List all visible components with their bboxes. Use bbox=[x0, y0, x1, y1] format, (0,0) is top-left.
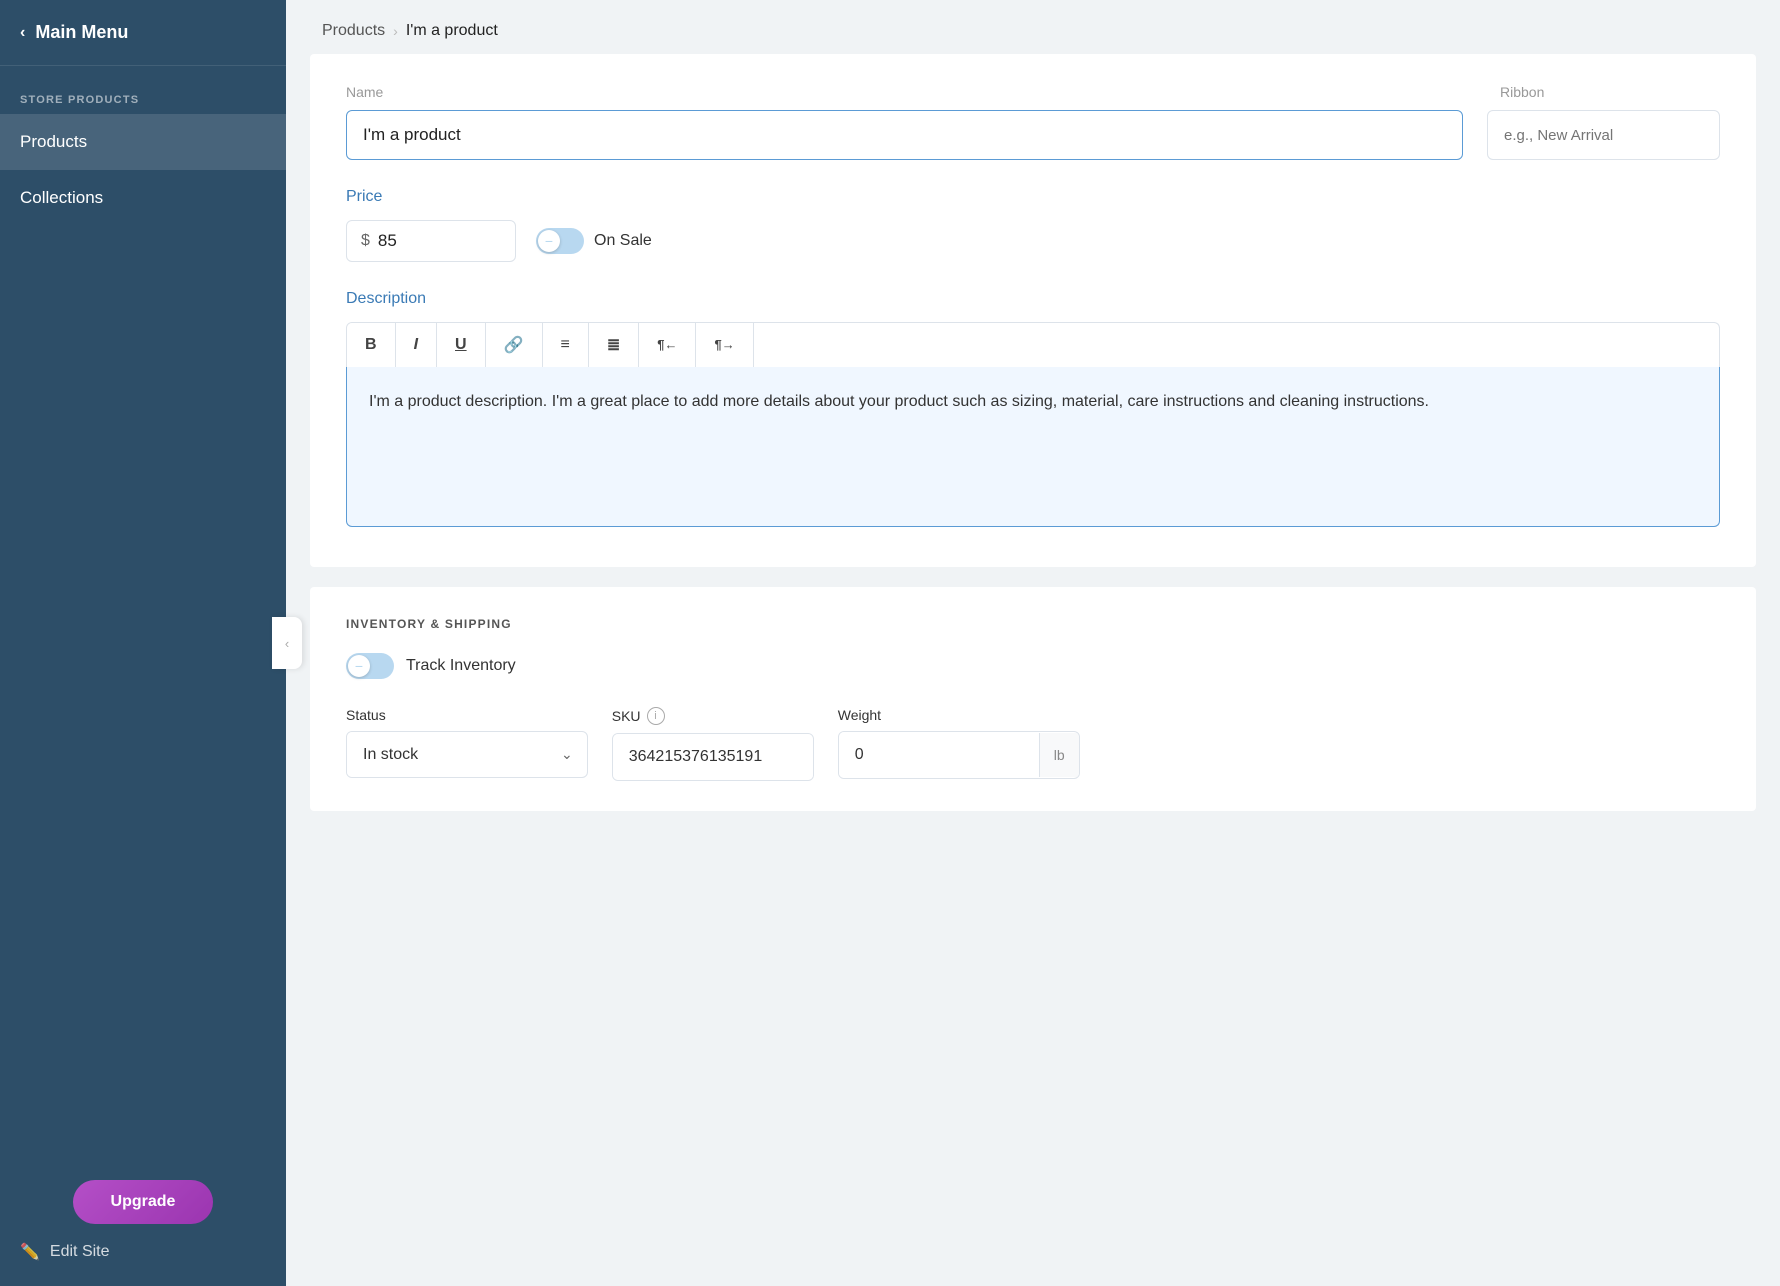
inventory-section-title: INVENTORY & SHIPPING bbox=[346, 617, 1720, 631]
edit-site-row[interactable]: ✏️ Edit Site bbox=[20, 1242, 266, 1262]
price-input-wrap: $ bbox=[346, 220, 516, 262]
ribbon-label-col: Ribbon bbox=[1500, 84, 1720, 102]
sidebar-collapse-button[interactable]: ‹ bbox=[272, 617, 302, 669]
weight-field: Weight lb bbox=[838, 707, 1080, 781]
weight-input-wrap: lb bbox=[838, 731, 1080, 779]
breadcrumb: Products › I'm a product bbox=[286, 0, 1780, 54]
form-row-inputs bbox=[346, 110, 1720, 160]
status-select-wrap: In stock Out of stock Pre-order ⌄ bbox=[346, 731, 588, 778]
toolbar-spacer bbox=[754, 323, 1719, 367]
description-label: Description bbox=[346, 290, 1720, 308]
sidebar-section-label: STORE PRODUCTS bbox=[0, 66, 286, 114]
weight-input[interactable] bbox=[839, 732, 1039, 778]
link-icon: 🔗 bbox=[504, 337, 524, 354]
collapse-icon: ‹ bbox=[285, 636, 289, 651]
ribbon-input[interactable] bbox=[1487, 110, 1720, 160]
underline-icon: U bbox=[455, 336, 467, 353]
chevron-left-icon: ‹ bbox=[20, 24, 25, 42]
status-select[interactable]: In stock Out of stock Pre-order bbox=[347, 732, 547, 777]
upgrade-button[interactable]: Upgrade bbox=[73, 1180, 213, 1224]
toolbar-indent-right-button[interactable]: ¶→ bbox=[696, 323, 753, 367]
ordered-list-icon: ≣ bbox=[607, 337, 620, 354]
sku-info-icon[interactable]: i bbox=[647, 707, 665, 725]
indent-left-icon: ¶← bbox=[657, 337, 677, 352]
sku-field: SKU i bbox=[612, 707, 814, 781]
sidebar: ‹ Main Menu STORE PRODUCTS Products Coll… bbox=[0, 0, 286, 1286]
name-field-label: Name bbox=[346, 84, 383, 100]
sidebar-bottom: Upgrade ✏️ Edit Site bbox=[0, 1156, 286, 1286]
sidebar-item-collections-label: Collections bbox=[20, 188, 103, 207]
on-sale-toggle-wrap: On Sale bbox=[536, 228, 652, 254]
form-row-labels: Name Ribbon bbox=[346, 84, 1720, 102]
description-section: Description B I U 🔗 ≡ ≣ ¶← ¶→ I'm a prod… bbox=[346, 290, 1720, 527]
indent-right-icon: ¶→ bbox=[714, 337, 734, 352]
track-inventory-label: Track Inventory bbox=[406, 657, 516, 675]
main-content: Products › I'm a product Name Ribbon Pri… bbox=[286, 0, 1780, 1286]
italic-icon: I bbox=[414, 336, 418, 353]
breadcrumb-parent[interactable]: Products bbox=[322, 22, 385, 40]
price-row: $ On Sale bbox=[346, 220, 1720, 262]
toolbar-italic-button[interactable]: I bbox=[396, 323, 437, 367]
inventory-card: INVENTORY & SHIPPING Track Inventory Sta… bbox=[310, 587, 1756, 811]
product-card: Name Ribbon Price $ On Sale bbox=[310, 54, 1756, 567]
toolbar-unordered-list-button[interactable]: ≡ bbox=[543, 323, 589, 367]
sidebar-item-collections[interactable]: Collections bbox=[0, 170, 286, 226]
track-inventory-row: Track Inventory bbox=[346, 653, 1720, 679]
rich-text-toolbar: B I U 🔗 ≡ ≣ ¶← ¶→ bbox=[346, 322, 1720, 367]
toolbar-bold-button[interactable]: B bbox=[347, 323, 396, 367]
sku-label: SKU i bbox=[612, 707, 814, 725]
on-sale-toggle[interactable] bbox=[536, 228, 584, 254]
track-inventory-toggle-knob bbox=[348, 655, 370, 677]
status-label: Status bbox=[346, 707, 588, 723]
name-input[interactable] bbox=[346, 110, 1463, 160]
sidebar-item-products[interactable]: Products bbox=[0, 114, 286, 170]
track-inventory-toggle[interactable] bbox=[346, 653, 394, 679]
main-menu-item[interactable]: ‹ Main Menu bbox=[0, 0, 286, 66]
toolbar-ordered-list-button[interactable]: ≣ bbox=[589, 323, 639, 367]
price-label: Price bbox=[346, 188, 1720, 206]
toolbar-underline-button[interactable]: U bbox=[437, 323, 486, 367]
sidebar-item-products-label: Products bbox=[20, 132, 87, 151]
on-sale-label: On Sale bbox=[594, 232, 652, 250]
toolbar-link-button[interactable]: 🔗 bbox=[486, 323, 543, 367]
weight-label: Weight bbox=[838, 707, 1080, 723]
chevron-down-icon: ⌄ bbox=[547, 746, 587, 763]
status-field: Status In stock Out of stock Pre-order ⌄ bbox=[346, 707, 588, 781]
pencil-icon: ✏️ bbox=[20, 1242, 40, 1262]
toolbar-indent-left-button[interactable]: ¶← bbox=[639, 323, 696, 367]
currency-symbol: $ bbox=[361, 232, 370, 250]
edit-site-label: Edit Site bbox=[50, 1243, 110, 1261]
sku-input-wrap bbox=[612, 733, 814, 781]
price-input[interactable] bbox=[378, 231, 478, 251]
sku-input[interactable] bbox=[613, 734, 813, 780]
toggle-knob bbox=[538, 230, 560, 252]
name-label-col: Name bbox=[346, 84, 1476, 102]
ribbon-field-label: Ribbon bbox=[1500, 84, 1544, 100]
breadcrumb-current: I'm a product bbox=[406, 22, 498, 40]
bold-icon: B bbox=[365, 336, 377, 353]
breadcrumb-separator: › bbox=[393, 23, 398, 39]
unordered-list-icon: ≡ bbox=[561, 336, 570, 353]
main-menu-label: Main Menu bbox=[35, 22, 128, 43]
inventory-fields: Status In stock Out of stock Pre-order ⌄… bbox=[346, 707, 1720, 781]
description-text-area[interactable]: I'm a product description. I'm a great p… bbox=[346, 367, 1720, 527]
weight-unit: lb bbox=[1039, 733, 1079, 777]
